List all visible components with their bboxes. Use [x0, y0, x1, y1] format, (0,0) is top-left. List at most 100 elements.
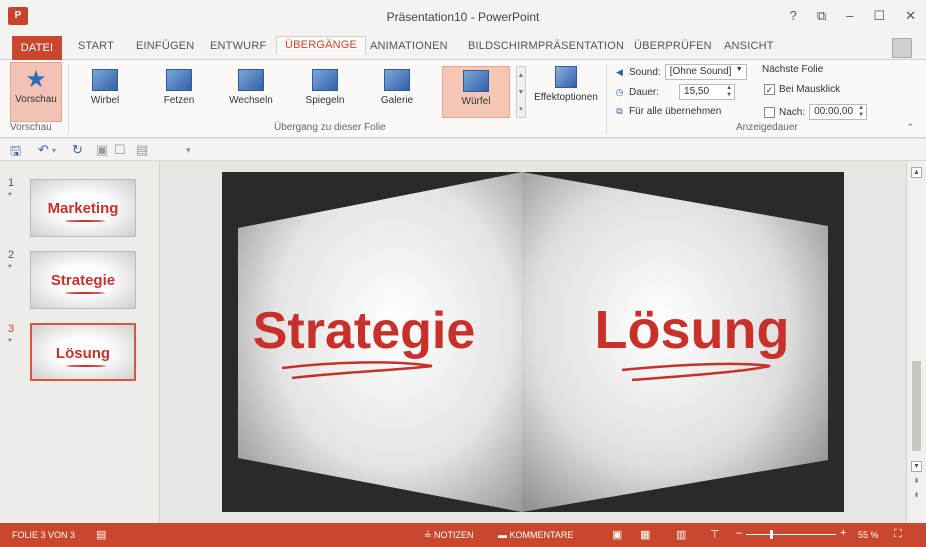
scroll-thumb[interactable]	[912, 361, 921, 451]
next-slide-icon[interactable]: ⇟	[911, 491, 922, 502]
start-slideshow-icon[interactable]: ▣	[96, 142, 108, 158]
comments-button[interactable]: ▬ KOMMENTARE	[498, 530, 573, 540]
avatar[interactable]	[892, 38, 912, 58]
tab-entwurf[interactable]: ENTWURF	[210, 40, 266, 52]
slide-sorter-icon[interactable]: ▦	[640, 528, 650, 541]
spinner-arrows-icon[interactable]: ▲ ▼	[858, 105, 864, 119]
slideshow-icon[interactable]: ⊤	[710, 528, 720, 541]
transition-spiegeln[interactable]: Spiegeln	[296, 66, 354, 118]
ribbon-display-options-icon[interactable]: ⧉	[817, 8, 826, 24]
thumbnail-title: Strategie	[50, 272, 116, 289]
spellcheck-icon[interactable]: ▤	[96, 528, 106, 541]
zoom-level[interactable]: 55 %	[858, 530, 879, 540]
sound-row: ◀ Sound: [Ohne Sound] ▼	[614, 64, 747, 80]
apply-all-icon: ⧉	[616, 106, 623, 116]
group-divider	[68, 64, 69, 134]
next-slide-heading: Nächste Folie	[762, 64, 823, 75]
scroll-up-icon[interactable]: ▲	[911, 167, 922, 178]
tab-datei[interactable]: DATEI	[12, 36, 62, 60]
transition-wirbel[interactable]: Wirbel	[76, 66, 134, 118]
after-spinner[interactable]: 00:00,00 ▲ ▼	[809, 104, 868, 120]
touch-mode-icon[interactable]: ☐	[114, 142, 126, 158]
undo-icon[interactable]: ↶	[38, 142, 49, 158]
help-icon[interactable]: ?	[790, 8, 797, 24]
group-label-vorschau: Vorschau	[10, 122, 52, 133]
zoom-out-icon[interactable]: –	[736, 527, 742, 539]
slide-thumbnail-2[interactable]: Strategie	[30, 251, 136, 309]
new-slide-icon[interactable]: ▤	[136, 142, 148, 158]
apply-all-button[interactable]: ⧉ Für alle übernehmen	[614, 106, 721, 117]
tab-ansicht[interactable]: ANSICHT	[724, 40, 774, 52]
reading-view-icon[interactable]: ▥	[676, 528, 686, 541]
transition-label: Galerie	[380, 95, 414, 106]
sound-value: [Ohne Sound]	[669, 66, 732, 77]
after-checkbox[interactable]	[764, 106, 775, 118]
tab-einfuegen[interactable]: EINFÜGEN	[136, 40, 194, 52]
tab-animationen[interactable]: ANIMATIONEN	[370, 40, 448, 52]
thumbnail-title: Lösung	[55, 345, 111, 362]
transition-wechseln[interactable]: Wechseln	[222, 66, 280, 118]
customize-toolbar-icon[interactable]: ▾	[186, 145, 191, 156]
minimize-icon[interactable]: –	[846, 8, 853, 24]
gallery-scroll[interactable]: ▲ ▼ ▾	[516, 66, 526, 118]
preview-button[interactable]: ★ Vorschau	[10, 62, 62, 122]
thumbnail-swoosh	[65, 292, 105, 294]
spiegeln-icon	[312, 69, 338, 91]
tab-uebergaenge[interactable]: ÜBERGÄNGE	[276, 36, 367, 55]
normal-view-icon[interactable]: ▣	[612, 528, 622, 541]
tab-ueberpruefen[interactable]: ÜBERPRÜFEN	[634, 40, 712, 52]
zoom-in-icon[interactable]: +	[840, 527, 846, 539]
notes-button[interactable]: ≟ NOTIZEN	[424, 530, 474, 541]
more-icon[interactable]: ▾	[517, 101, 525, 118]
transition-fetzen[interactable]: Fetzen	[150, 66, 208, 118]
slide-thumbnail-3[interactable]: Lösung	[30, 323, 136, 381]
duration-spinner[interactable]: 15,50 ▲ ▼	[679, 84, 736, 100]
zoom-slider[interactable]	[746, 534, 836, 535]
after-value: 00:00,00	[814, 106, 854, 117]
vertical-scrollbar[interactable]: ▲ ▼ ⇞ ⇟	[906, 161, 926, 523]
effect-options-label: Effektoptionen	[534, 92, 598, 103]
duration-row: ◷ Dauer: 15,50 ▲ ▼	[614, 84, 736, 100]
undo-dropdown-icon[interactable]: ▾	[52, 146, 56, 155]
left-face-title: Strategie	[253, 302, 476, 360]
wechseln-icon	[238, 69, 264, 91]
redo-icon[interactable]: ↻	[72, 142, 83, 158]
collapse-ribbon-icon[interactable]: ⌃	[906, 122, 914, 133]
effect-options-button[interactable]: Effektoptionen	[530, 64, 602, 103]
transition-label: Spiegeln	[305, 95, 345, 106]
duration-value: 15,50	[684, 86, 710, 97]
group-divider	[606, 64, 607, 134]
maximize-icon[interactable]: ☐	[873, 8, 885, 24]
scroll-down-icon[interactable]: ▼	[911, 461, 922, 472]
fetzen-icon	[166, 69, 192, 91]
fit-to-window-icon[interactable]: ⛶	[894, 528, 902, 541]
effect-options-icon	[555, 66, 577, 88]
clock-icon: ◷	[615, 86, 624, 97]
after-row: Nach: 00:00,00 ▲ ▼	[764, 104, 868, 120]
slide-canvas[interactable]: Strategie Lösung	[222, 172, 844, 512]
transition-star-icon: *	[8, 263, 12, 274]
transition-wuerfel[interactable]: Würfel	[442, 66, 510, 118]
on-click-label: Bei Mausklick	[779, 84, 841, 95]
status-bar: FOLIE 3 VON 3 ▤ ≟ NOTIZEN ▬ KOMMENTARE ▣…	[0, 523, 926, 547]
tab-start[interactable]: START	[78, 40, 114, 52]
scroll-down-icon[interactable]: ▼	[517, 84, 525, 101]
on-click-checkbox[interactable]: ✓	[764, 84, 775, 95]
spinner-arrows-icon[interactable]: ▲ ▼	[726, 85, 732, 99]
transition-label: Würfel	[461, 96, 491, 107]
slide-thumbnail-1[interactable]: Marketing	[30, 179, 136, 237]
zoom-slider-thumb[interactable]	[770, 530, 773, 539]
transition-galerie[interactable]: Galerie	[368, 66, 426, 118]
thumbnail-swoosh	[66, 365, 106, 367]
wirbel-icon	[92, 69, 118, 91]
transition-label: Fetzen	[163, 95, 195, 106]
close-icon[interactable]: ✕	[905, 8, 916, 24]
scroll-up-icon[interactable]: ▲	[517, 67, 525, 84]
tab-bildschirmpraesentation[interactable]: BILDSCHIRMPRÄSENTATION	[468, 40, 624, 52]
slide-thumbnails-pane: 1 * Marketing 2 * Strategie 3 * Lösung	[0, 161, 160, 523]
preview-star-icon: ★	[25, 66, 47, 93]
sound-select[interactable]: [Ohne Sound] ▼	[664, 64, 747, 80]
transition-label: Wirbel	[90, 95, 120, 106]
previous-slide-icon[interactable]: ⇞	[911, 477, 922, 488]
ribbon-tabs: DATEI START EINFÜGEN ENTWURF ÜBERGÄNGE A…	[0, 36, 926, 60]
